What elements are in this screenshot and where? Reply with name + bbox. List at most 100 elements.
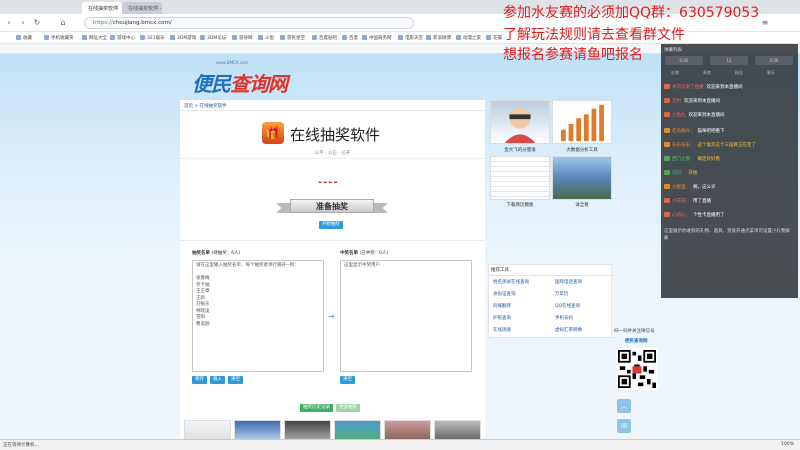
chat-message: 吉利 欢迎来到本直播间	[664, 98, 720, 104]
chat-user[interactable]: 小花花：	[672, 199, 690, 204]
chat-user[interactable]: 水司马进了直播	[672, 85, 704, 90]
chat-user[interactable]: 闪闪：	[672, 171, 686, 176]
entrant-list-textarea[interactable]: 请在这里输入抽奖名单，每个抽奖者单行隔开~例： 张春梅 罗卡福 王正章 王新 刘…	[192, 260, 324, 372]
tab-vip[interactable]: 贵宾	[703, 70, 711, 76]
bookmark-item[interactable]: 321娱乐	[140, 35, 165, 41]
tool-link[interactable]: 在线测速	[493, 327, 511, 333]
badge-icon	[664, 128, 670, 133]
badge-icon	[664, 112, 670, 117]
badge-icon	[664, 184, 670, 189]
winner-list-textarea[interactable]: 这里显示中奖用户	[340, 260, 472, 372]
menu-icon[interactable]: ≡	[760, 18, 770, 28]
more-draws-button[interactable]: 更多抽奖	[336, 404, 360, 412]
thumbnail[interactable]	[284, 420, 331, 439]
feature-image[interactable]	[552, 156, 612, 200]
bookmark-item[interactable]: 斗鱼	[258, 35, 274, 41]
feature-image[interactable]	[552, 100, 612, 144]
chat-user[interactable]: 心语心：	[672, 213, 690, 218]
thumbnail[interactable]	[234, 420, 281, 439]
save-button[interactable]: 保存	[192, 376, 207, 384]
thumbnail[interactable]	[434, 420, 481, 439]
bookmark-item[interactable]: 网址大全	[82, 35, 107, 41]
site-logo[interactable]: www.BMCX.com 便民查询网	[186, 60, 316, 96]
thumbnail[interactable]	[384, 420, 431, 439]
tool-link[interactable]: 身份证查询	[493, 291, 516, 297]
badge-icon	[664, 170, 670, 175]
tool-link[interactable]: 万年历	[555, 291, 569, 297]
close-icon[interactable]: ×	[115, 5, 119, 11]
feature-image[interactable]	[490, 100, 550, 144]
chat-user[interactable]: 吃瓜群众：	[672, 129, 695, 134]
stat-pill[interactable]: 11	[710, 56, 748, 65]
clear-button[interactable]: 清空	[228, 376, 243, 384]
tool-link[interactable]: QQ在线查询	[555, 303, 580, 309]
breadcrumb[interactable]: 首页 > 在线抽奖软件	[184, 103, 227, 109]
chat-text: 欢迎来到本直播间	[684, 99, 720, 104]
close-icon[interactable]: ×	[155, 5, 159, 11]
bookmark-item[interactable]: 花瓣	[486, 35, 502, 41]
bookmark-item[interactable]: 3DM论坛	[200, 35, 226, 41]
chat-user[interactable]: 乐乐乐乐：	[672, 143, 695, 148]
bookmark-item[interactable]: 电影天堂	[398, 35, 423, 41]
tool-link[interactable]: 虚拟汇率转换	[555, 327, 582, 333]
tab-gifts[interactable]: 礼物	[671, 70, 679, 76]
feedback-button[interactable]: ✉	[617, 419, 631, 433]
bookmark-item[interactable]: 游侠网	[232, 35, 253, 41]
chat-text: 这个喜欢这个三国真正在定了	[697, 143, 757, 148]
feature-image[interactable]	[490, 156, 550, 200]
bookmark-item[interactable]: 百度贴吧	[312, 35, 337, 41]
feature-caption[interactable]: 详全看	[552, 202, 612, 208]
tab-fans[interactable]: 粉丝	[735, 70, 743, 76]
start-draw-button[interactable]: 开始抽奖	[319, 221, 343, 229]
chat-text: 用了直播	[693, 199, 711, 204]
bookmark-item[interactable]: 游民星空	[280, 35, 305, 41]
chat-notice: 这里展示你收到的礼物、道具、贵族开通点菜单可设置小礼物屏蔽	[664, 229, 790, 241]
chat-message: 心语心： 个性卡直播用了	[664, 212, 725, 218]
feature-caption[interactable]: 下载简历模板	[490, 202, 550, 208]
thumbnail[interactable]	[334, 420, 381, 439]
chat-user[interactable]: 小屋里：	[672, 185, 690, 190]
tool-link[interactable]: 姓名测试在线查询	[493, 279, 529, 285]
home-icon[interactable]: ⌂	[58, 18, 68, 28]
chat-user[interactable]: 西门之春：	[672, 157, 695, 162]
chat-text: 啊，这么许	[693, 185, 716, 190]
thumbnail[interactable]	[184, 420, 231, 439]
tool-link[interactable]: 护照查询	[493, 315, 511, 321]
refresh-icon[interactable]: ↻	[32, 18, 42, 28]
chat-user[interactable]: 吉利	[672, 99, 681, 104]
bookmark-item[interactable]: 中国商务网	[362, 35, 392, 41]
feature-caption[interactable]: 大数据分析工具	[552, 147, 612, 153]
clear-winners-button[interactable]: 清空	[340, 376, 355, 384]
bookmark-item[interactable]: 收藏	[16, 35, 32, 41]
stat-pill[interactable]: 0.00	[755, 56, 793, 65]
url-input[interactable]: https://choujiang.bmcx.com/	[84, 17, 414, 29]
back-icon[interactable]: ‹	[4, 18, 14, 28]
chat-user[interactable]: 小鱼丸	[672, 113, 686, 118]
stat-pill[interactable]: 0.00	[665, 56, 703, 65]
tab-inactive[interactable]: 在线抽奖软件 - ×	[122, 2, 162, 14]
divider	[180, 240, 485, 241]
bookmark-item[interactable]: 手机收藏夹	[44, 35, 74, 41]
scroll-top-button[interactable]: ︿	[617, 399, 631, 413]
tool-link[interactable]: 同城翻译	[493, 303, 511, 309]
tab-chat[interactable]: 聊天	[767, 70, 775, 76]
import-button[interactable]: 载入	[210, 376, 225, 384]
thumbnail-strip	[184, 420, 481, 439]
bookmark-item[interactable]: 动漫之家	[456, 35, 481, 41]
tool-link[interactable]: 国际电话查询	[555, 279, 582, 285]
forward-icon[interactable]: ›	[18, 18, 28, 28]
zoom-level[interactable]: 100%	[781, 442, 794, 447]
ribbon-banner: 准备抽奖	[276, 197, 388, 215]
bookmark-item[interactable]: 百度	[342, 35, 358, 41]
tool-link[interactable]: 手机号码	[555, 315, 573, 321]
tools-panel: 推荐工具 姓名测试在线查询 国际电话查询 身份证查询 万年历 同城翻译 QQ在线…	[488, 264, 613, 338]
tab-active[interactable]: 在线抽奖软件 ×	[82, 2, 122, 14]
qr-code-icon	[618, 350, 656, 388]
bookmark-item[interactable]: 3DM游戏	[170, 35, 196, 41]
feature-caption[interactable]: 变大飞的分量值	[490, 147, 550, 153]
ribbon-label: 准备抽奖	[316, 202, 348, 211]
draw-history-button[interactable]: 抽奖历史记录	[300, 404, 333, 412]
bookmark-item[interactable]: 游戏中心	[110, 35, 135, 41]
bookmark-item[interactable]: 新浪微博	[426, 35, 451, 41]
url-path: choujiang.bmcx.com/	[112, 20, 172, 26]
